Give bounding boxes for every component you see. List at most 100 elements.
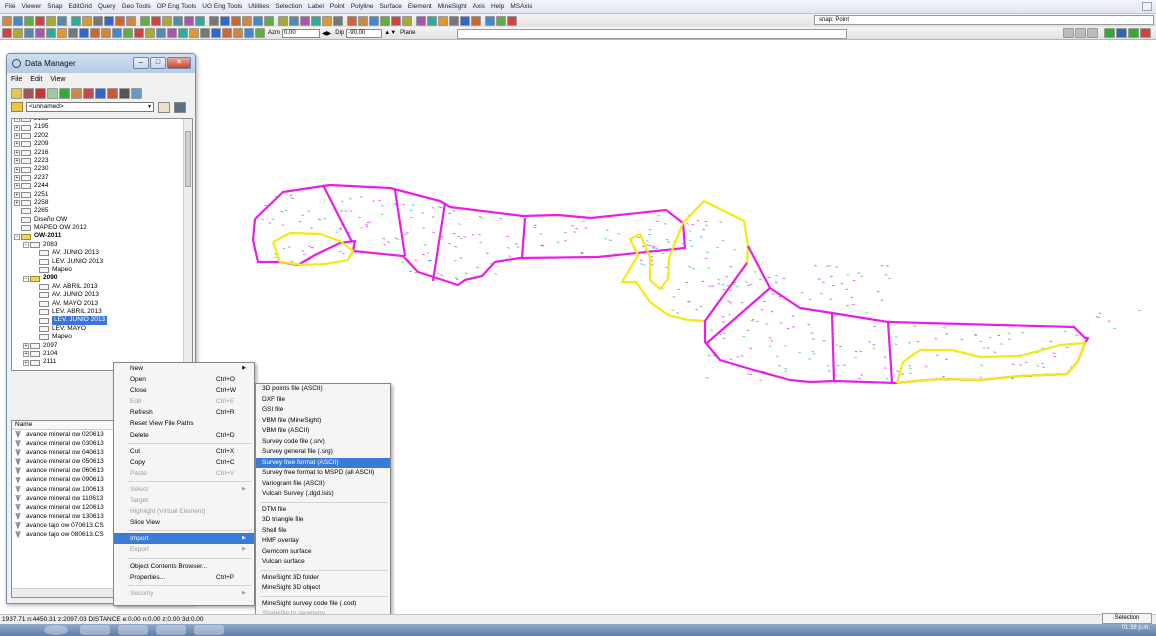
dm-tool-icon[interactable] (131, 87, 142, 99)
view-tool-icon[interactable] (200, 28, 210, 38)
menu-viewer[interactable]: Viewer (18, 3, 44, 10)
object-list[interactable]: Name avance mineral ow 020613 avance mine… (11, 420, 117, 598)
tree-item[interactable]: +2244 (12, 182, 192, 190)
toolbar-tool-icon[interactable] (449, 15, 459, 26)
zoom-icon[interactable] (24, 28, 34, 38)
expand-toggle-icon[interactable]: + (14, 149, 20, 156)
view-tool-icon[interactable] (167, 28, 177, 38)
import-item-dtm-file[interactable]: DTM file (256, 505, 390, 516)
menu-axis[interactable]: Axis (470, 3, 488, 10)
tree-item[interactable]: +2104 (12, 350, 192, 358)
folder-tree[interactable]: +2188 +2195 +2202 +2209 +2216 +2223 +2230 +2237… (11, 118, 193, 371)
toolbar-tool-icon[interactable] (438, 15, 448, 26)
expand-toggle-icon[interactable]: + (14, 191, 20, 198)
menu-minesight[interactable]: MineSight (435, 3, 470, 10)
menu-help[interactable]: Help (488, 3, 507, 10)
toolbar-tool-icon[interactable] (126, 15, 136, 26)
menubar-restore-button[interactable] (1142, 2, 1152, 11)
tree-item[interactable]: AV. MAYO 2013 (12, 300, 192, 308)
tree-item[interactable]: Diseño OW (12, 216, 192, 224)
dm-tool-icon[interactable] (11, 87, 22, 99)
toolbar-tool-icon[interactable] (242, 15, 252, 26)
expand-toggle-icon[interactable]: + (14, 124, 20, 131)
tree-item[interactable]: +2230 (12, 165, 192, 173)
minimize-button[interactable]: – (133, 57, 149, 69)
toolbar-tool-icon[interactable] (471, 15, 481, 26)
view-tool-icon[interactable] (244, 28, 254, 38)
path-dropdown[interactable]: <unnamed> (26, 102, 154, 112)
context-item-object-contents-browser[interactable]: Object Contents Browser... (114, 561, 254, 572)
import-item-vbm-file-minesight[interactable]: VBM file (MineSight) (256, 416, 390, 427)
view-tool-icon[interactable] (90, 28, 100, 38)
view-tool-icon[interactable] (145, 28, 155, 38)
expand-toggle-icon[interactable]: + (23, 359, 29, 366)
toolbar-tool-icon[interactable] (184, 15, 194, 26)
toolbar-tool-icon[interactable] (162, 15, 172, 26)
view-mode-icon[interactable] (1140, 28, 1151, 38)
view-tool-icon[interactable] (101, 28, 111, 38)
view-tool-icon[interactable] (35, 28, 45, 38)
tree-item[interactable]: Mapeo (12, 333, 192, 341)
list-item[interactable]: avance mineral ow 090613 (12, 475, 116, 484)
expand-toggle-icon[interactable]: + (14, 174, 20, 181)
view-tool-icon[interactable] (112, 28, 122, 38)
list-item[interactable]: avance mineral ow 110613 (12, 494, 116, 503)
import-item-survey-free-format-ascii[interactable]: Survey free format (ASCII) (256, 457, 390, 468)
dm-tool-icon[interactable] (119, 87, 130, 99)
toolbar-tool-icon[interactable] (402, 15, 412, 26)
view-mode-icon[interactable] (1104, 28, 1115, 38)
context-item-refresh[interactable]: Refresh Ctrl+R (114, 407, 254, 418)
view-tool-icon[interactable] (178, 28, 188, 38)
dm-tool-icon[interactable] (59, 87, 70, 99)
context-item-import[interactable]: Import ▶ (114, 533, 254, 545)
toolbar-tool-icon[interactable] (57, 15, 67, 26)
menu-selection[interactable]: Selection (272, 3, 305, 10)
toolbar-tool-icon[interactable] (358, 15, 368, 26)
toolbar-tool-icon[interactable] (333, 15, 343, 26)
toolbar-tool-icon[interactable] (2, 15, 12, 26)
list-item[interactable]: avance mineral ow 030613 (12, 439, 116, 448)
toolbar-tool-icon[interactable] (173, 15, 183, 26)
start-button[interactable] (44, 625, 68, 635)
toolbar-tool-icon[interactable] (231, 15, 241, 26)
import-item-vulcan-survey-dgd-isis[interactable]: Vulcan Survey (.dgd.isis) (256, 489, 390, 500)
toolbar-tool-icon[interactable] (507, 15, 517, 26)
expand-toggle-icon[interactable]: + (14, 166, 20, 173)
taskbar-app-1[interactable] (80, 625, 110, 635)
menu-element[interactable]: Element (405, 3, 435, 10)
context-item-copy[interactable]: Copy Ctrl+C (114, 457, 254, 468)
toolbar-tool-icon[interactable] (140, 15, 150, 26)
menu-query[interactable]: Query (95, 3, 119, 10)
toolbar-tool-icon[interactable] (300, 15, 310, 26)
context-item-cut[interactable]: Cut Ctrl+X (114, 446, 254, 457)
tree-item[interactable]: +2202 (12, 132, 192, 140)
toolbar-tool-icon[interactable] (391, 15, 401, 26)
expand-toggle-icon[interactable]: − (23, 275, 29, 282)
toolbar-tool-icon[interactable] (104, 15, 114, 26)
toolbar-tool-icon[interactable] (46, 15, 56, 26)
expand-toggle-icon[interactable]: + (14, 132, 20, 139)
import-item-vulcan-surface[interactable]: Vulcan surface (256, 557, 390, 568)
toolbar-tool-icon[interactable] (369, 15, 379, 26)
view-tool-icon[interactable] (211, 28, 221, 38)
dm-tool-icon[interactable] (71, 87, 82, 99)
toolbar-tool-icon[interactable] (82, 15, 92, 26)
view-mode-icon[interactable] (1116, 28, 1127, 38)
toolbar-tool-icon[interactable] (416, 15, 426, 26)
context-item-close[interactable]: Close Ctrl+W (114, 385, 254, 396)
import-item-vbm-file-ascii[interactable]: VBM file (ASCII) (256, 426, 390, 437)
dm-tool-icon[interactable] (23, 87, 34, 99)
import-item-dxf-file[interactable]: DXF file (256, 395, 390, 406)
tree-item[interactable]: +2209 (12, 140, 192, 148)
tree-item[interactable]: 2265 (12, 207, 192, 215)
import-item-survey-free-format-to-mspd-all-ascii[interactable]: Survey free format to MSPD (all ASCII) (256, 468, 390, 479)
expand-toggle-icon[interactable]: + (14, 141, 20, 148)
view-tool-icon[interactable] (46, 28, 56, 38)
view-mode-icon[interactable] (1087, 28, 1098, 38)
context-item-slice-view[interactable]: Slice View (114, 517, 254, 528)
context-item-reset-view-file-paths[interactable]: Reset View File Paths (114, 418, 254, 429)
menu-utilities[interactable]: Utilities (245, 3, 272, 10)
expand-toggle-icon[interactable]: + (14, 119, 20, 123)
save-icon[interactable] (174, 101, 186, 113)
view-mode-icon[interactable] (1063, 28, 1074, 38)
